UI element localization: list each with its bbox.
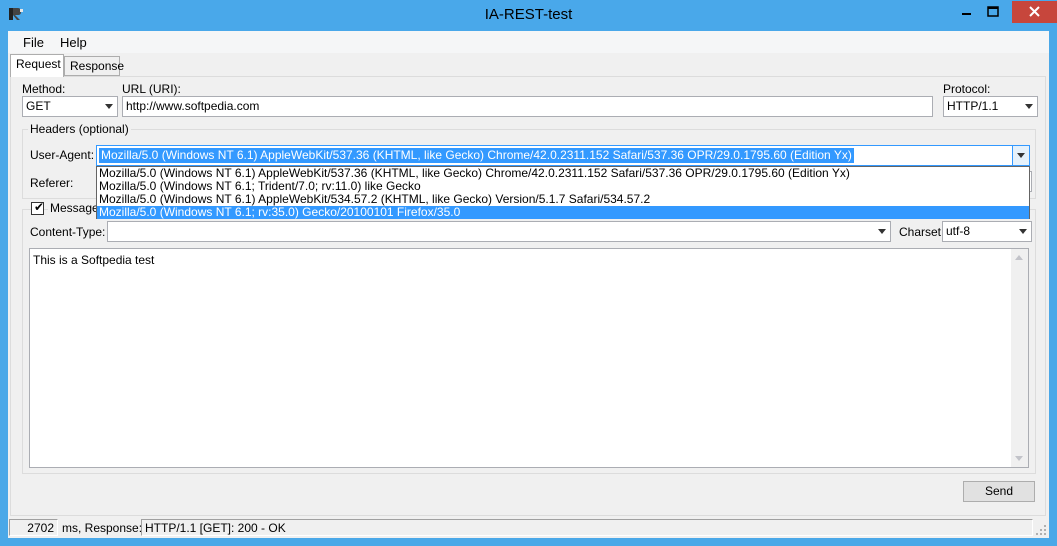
charset-label: Charset: bbox=[899, 225, 945, 239]
response-status: HTTP/1.1 [GET]: 200 - OK bbox=[141, 519, 1033, 536]
headers-group-title: Headers (optional) bbox=[28, 122, 131, 136]
chevron-down-icon bbox=[1017, 153, 1025, 158]
user-agent-value: Mozilla/5.0 (Windows NT 6.1) AppleWebKit… bbox=[99, 148, 854, 163]
status-text-label: ms, Response: bbox=[62, 521, 143, 535]
message-checkbox[interactable]: ✔ bbox=[31, 200, 45, 215]
charset-value: utf-8 bbox=[946, 224, 971, 238]
message-body-text: This is a Softpedia test bbox=[33, 253, 155, 267]
menu-bar: File Help bbox=[8, 31, 1049, 53]
maximize-icon[interactable] bbox=[980, 1, 1006, 23]
message-body-textarea[interactable]: This is a Softpedia test bbox=[29, 248, 1029, 468]
url-input[interactable]: http://www.softpedia.com bbox=[122, 96, 933, 117]
method-label: Method: bbox=[22, 82, 66, 96]
chevron-down-icon bbox=[1025, 104, 1033, 109]
menu-file[interactable]: File bbox=[23, 35, 44, 50]
checkmark-icon: ✔ bbox=[34, 200, 45, 214]
elapsed-time: 2702 bbox=[9, 519, 58, 536]
user-agent-select[interactable]: Mozilla/5.0 (Windows NT 6.1) AppleWebKit… bbox=[96, 145, 1030, 166]
scroll-down-icon[interactable] bbox=[1015, 456, 1023, 461]
list-item[interactable]: Mozilla/5.0 (Windows NT 6.1; rv:35.0) Ge… bbox=[97, 206, 1029, 219]
content-type-label: Content-Type: bbox=[30, 225, 106, 239]
protocol-select[interactable]: HTTP/1.1 bbox=[943, 96, 1038, 117]
user-agent-dropdown-list: Mozilla/5.0 (Windows NT 6.1) AppleWebKit… bbox=[96, 166, 1030, 219]
protocol-label: Protocol: bbox=[943, 82, 991, 96]
status-bar: 2702 ms, Response: HTTP/1.1 [GET]: 200 -… bbox=[8, 517, 1049, 538]
charset-select[interactable]: utf-8 bbox=[942, 221, 1032, 242]
chevron-down-icon bbox=[878, 229, 886, 234]
url-label: URL (URI): bbox=[122, 82, 181, 96]
vertical-scrollbar[interactable] bbox=[1011, 249, 1028, 467]
menu-help[interactable]: Help bbox=[60, 35, 87, 50]
scroll-up-icon[interactable] bbox=[1015, 255, 1023, 260]
method-value: GET bbox=[26, 99, 51, 113]
size-grip-icon[interactable] bbox=[1035, 524, 1047, 536]
send-button[interactable]: Send bbox=[963, 481, 1035, 502]
title-bar[interactable]: IA-REST-test bbox=[0, 0, 1057, 31]
content-type-select[interactable] bbox=[107, 221, 891, 242]
method-select[interactable]: GET bbox=[22, 96, 118, 117]
user-agent-label: User-Agent: bbox=[30, 148, 95, 162]
window-frame: IA-REST-test File Help Request Response … bbox=[0, 0, 1057, 546]
window-title: IA-REST-test bbox=[484, 6, 573, 23]
tab-response[interactable]: Response bbox=[64, 56, 124, 76]
minimize-icon[interactable] bbox=[953, 1, 979, 23]
user-agent-dropdown-button[interactable] bbox=[1012, 146, 1029, 165]
client-area: File Help Request Response Method: GET U… bbox=[8, 31, 1049, 538]
protocol-value: HTTP/1.1 bbox=[947, 99, 999, 113]
close-icon[interactable] bbox=[1012, 1, 1057, 23]
chevron-down-icon bbox=[1019, 229, 1027, 234]
tab-request[interactable]: Request bbox=[10, 54, 64, 77]
chevron-down-icon bbox=[105, 104, 113, 109]
referer-label: Referer: bbox=[30, 176, 74, 190]
